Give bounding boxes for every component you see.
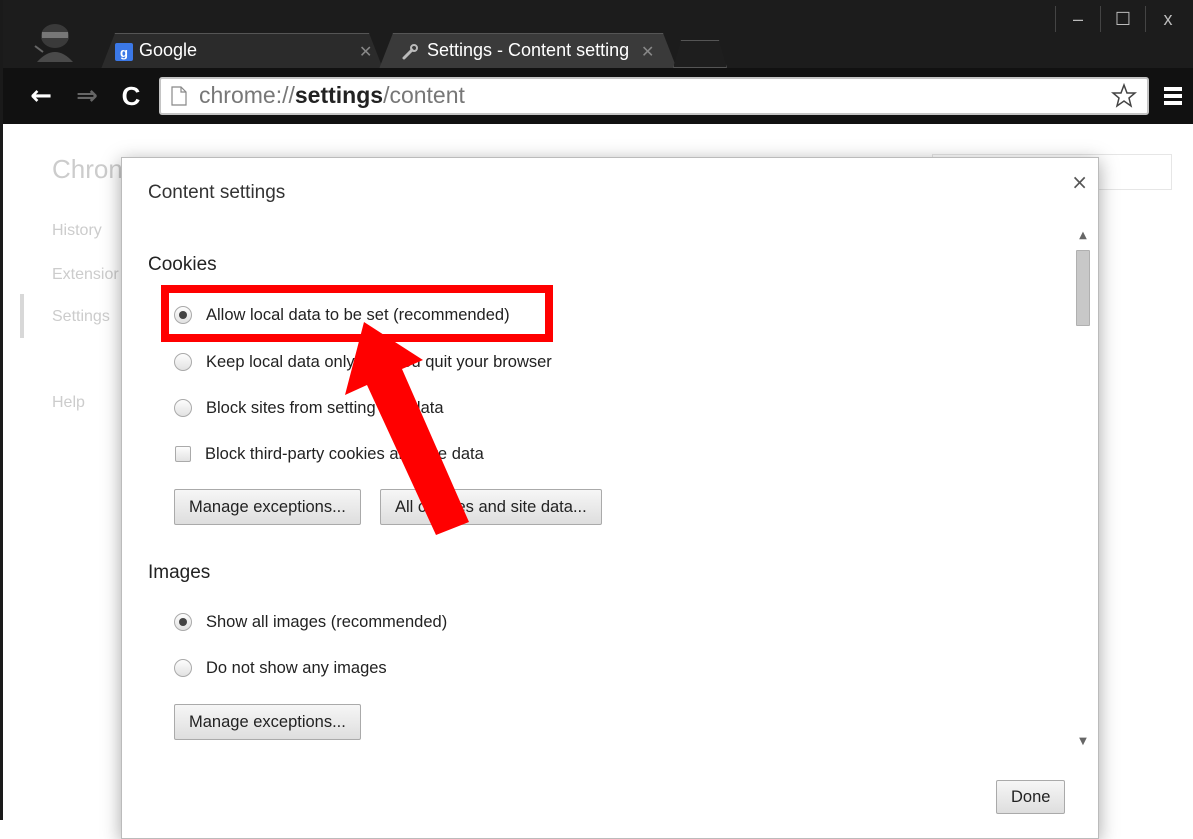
maximize-button[interactable]: ☐ — [1100, 6, 1145, 32]
images-show-all-option[interactable]: Show all images (recommended) — [174, 610, 447, 634]
highlight-box — [161, 285, 553, 342]
bookmark-star-icon[interactable] — [1111, 83, 1137, 109]
checkbox[interactable] — [175, 446, 191, 462]
browser-window: g Google ✕ Settings - Content settings ✕… — [0, 0, 1193, 839]
page-icon — [171, 86, 187, 106]
address-bar[interactable]: chrome://settings/content — [159, 77, 1149, 115]
images-do-not-show-option[interactable]: Do not show any images — [174, 656, 387, 680]
tab-strip: g Google ✕ Settings - Content settings ✕… — [3, 0, 1193, 68]
option-label: Show all images (recommended) — [206, 612, 448, 631]
nav-selected-marker — [20, 294, 24, 338]
nav-item-extensions[interactable]: Extensior — [52, 266, 119, 284]
block-third-party-option[interactable]: Block third-party cookies and site data — [174, 442, 484, 466]
new-tab-button[interactable] — [673, 40, 727, 68]
option-label: Keep local data only until you quit your… — [206, 352, 552, 371]
cookies-manage-exceptions-button[interactable]: Manage exceptions... — [174, 489, 361, 525]
url-text: chrome://settings/content — [199, 82, 465, 108]
cookies-keep-until-quit-option[interactable]: Keep local data only until you quit your… — [174, 350, 552, 374]
cookies-block-option[interactable]: Block sites from setting any data — [174, 396, 444, 420]
tab-settings[interactable]: Settings - Content settings ✕ — [379, 33, 677, 69]
incognito-icon — [34, 24, 73, 62]
close-window-button[interactable]: x — [1145, 6, 1190, 32]
all-cookies-button[interactable]: All cookies and site data... — [380, 489, 602, 525]
scrollbar[interactable]: ▲ ▼ — [1076, 230, 1090, 748]
window-controls: – ☐ x — [1055, 6, 1190, 32]
nav-item-help[interactable]: Help — [52, 394, 85, 412]
dialog-title: Content settings — [148, 182, 286, 203]
reload-icon[interactable]: C — [117, 82, 145, 110]
done-button[interactable]: Done — [996, 780, 1066, 814]
radio-button[interactable] — [174, 353, 192, 371]
close-icon[interactable]: × — [1071, 170, 1088, 194]
option-label: Block sites from setting any data — [206, 398, 444, 417]
tab-close-icon[interactable]: ✕ — [359, 42, 372, 62]
scroll-down-icon[interactable]: ▼ — [1077, 736, 1089, 748]
google-favicon-icon: g — [115, 43, 133, 61]
tab-close-icon[interactable]: ✕ — [641, 42, 654, 62]
tab-google[interactable]: g Google ✕ — [101, 33, 383, 69]
nav-item-history[interactable]: History — [52, 222, 102, 240]
content-settings-dialog: Content settings × Cookies Allow local d… — [121, 157, 1099, 839]
scroll-up-icon[interactable]: ▲ — [1077, 230, 1089, 242]
tab-title: Google — [139, 40, 198, 60]
radio-button[interactable] — [174, 659, 192, 677]
page-title: Chron — [52, 154, 123, 184]
minimize-button[interactable]: – — [1055, 6, 1100, 32]
option-label: Block third-party cookies and site data — [205, 444, 484, 463]
forward-arrow-icon[interactable]: ⇒ — [73, 82, 101, 110]
cookies-section-title: Cookies — [148, 254, 217, 275]
radio-button[interactable] — [174, 399, 192, 417]
svg-text:g: g — [120, 45, 128, 60]
images-section-title: Images — [148, 562, 211, 583]
tab-title: Settings - Content settings — [427, 40, 629, 60]
images-manage-exceptions-button[interactable]: Manage exceptions... — [174, 704, 361, 740]
nav-item-settings[interactable]: Settings — [52, 308, 110, 326]
option-label: Do not show any images — [206, 658, 387, 677]
wrench-icon — [401, 43, 419, 61]
scrollbar-thumb[interactable] — [1076, 250, 1090, 326]
radio-button[interactable] — [174, 613, 192, 631]
back-arrow-icon[interactable]: ← — [27, 82, 55, 110]
menu-icon[interactable] — [1161, 84, 1185, 108]
